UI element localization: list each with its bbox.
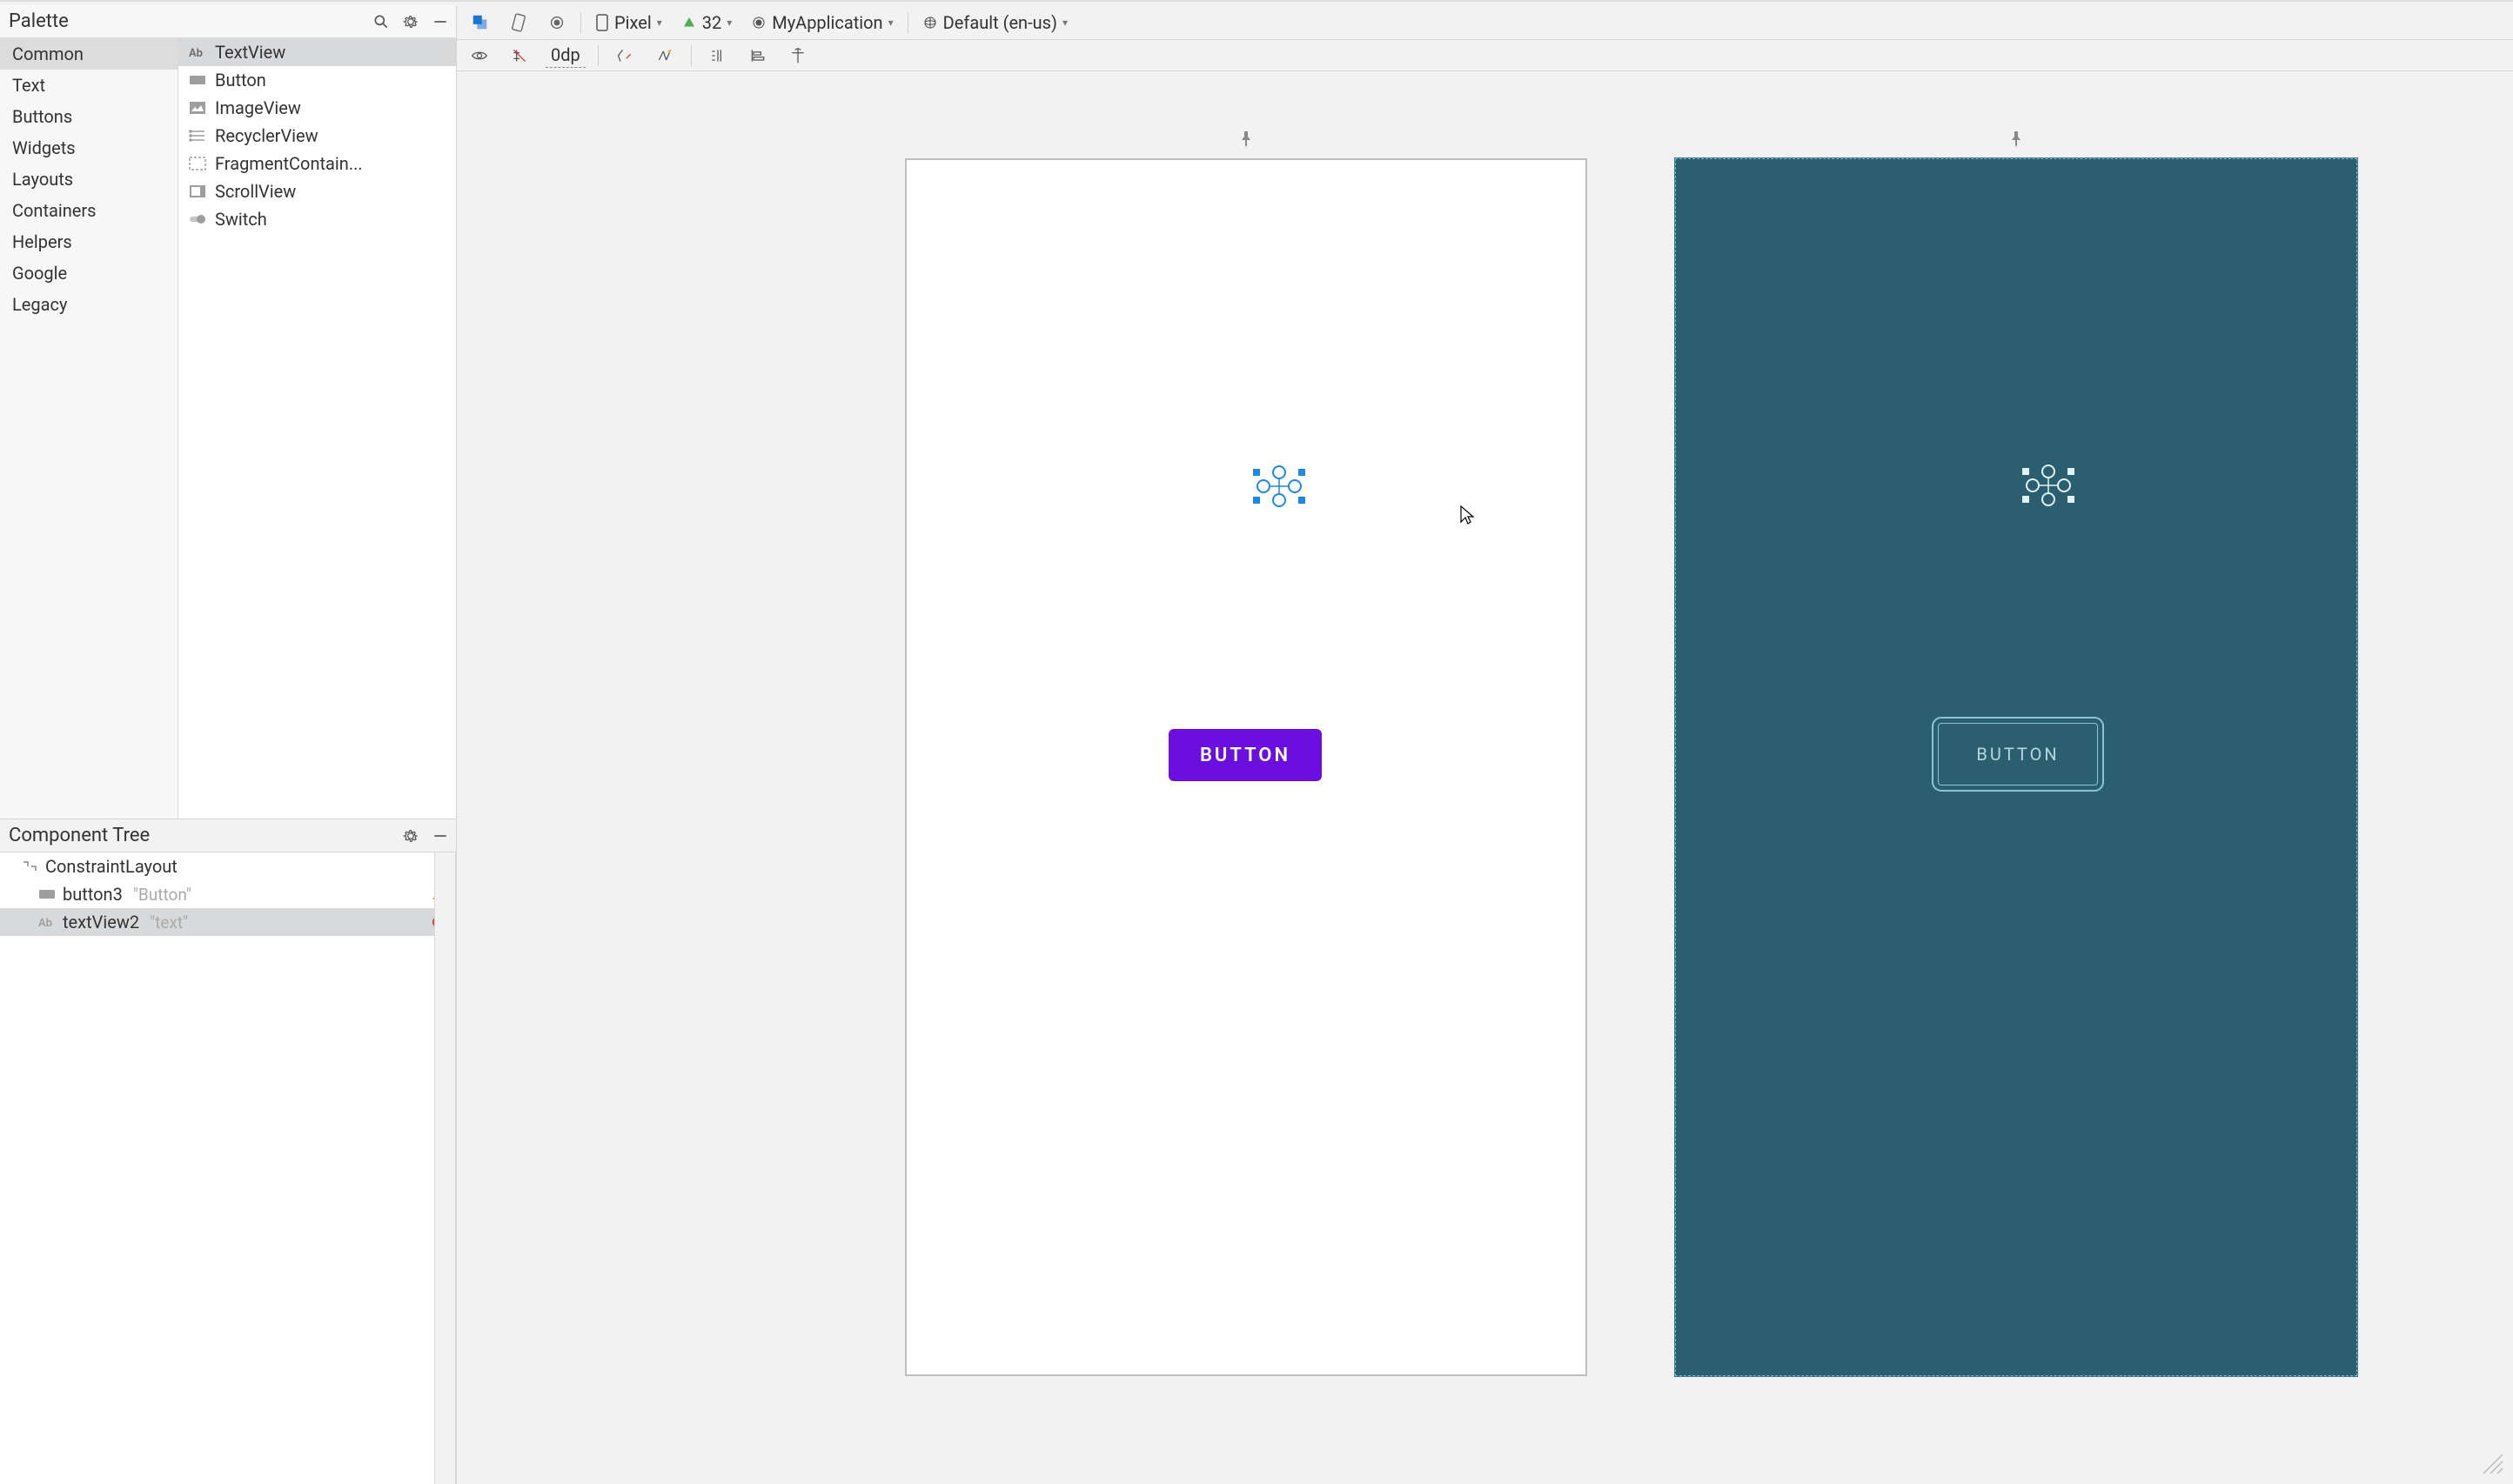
palette-widget-button[interactable]: Button bbox=[178, 66, 456, 94]
blueprint-device-wrapper: BUTTON bbox=[1675, 158, 2357, 1376]
theme-selector[interactable]: MyApplication ▾ bbox=[746, 10, 898, 35]
chevron-down-icon: ▾ bbox=[888, 17, 894, 29]
design-device-wrapper: BUTTON bbox=[905, 158, 1587, 1376]
svg-text:Ab: Ab bbox=[38, 917, 52, 929]
design-area: Pixel ▾ 32 ▾ MyApplication ▾ Default (en… bbox=[457, 5, 2513, 1484]
minimize-icon[interactable] bbox=[432, 13, 449, 30]
pack-icon[interactable] bbox=[704, 45, 732, 66]
palette-category-legacy[interactable]: Legacy bbox=[0, 289, 178, 320]
palette-panel: Palette CommonTextButtonsWi bbox=[0, 5, 457, 819]
textview-selection-design[interactable] bbox=[1248, 460, 1281, 493]
button-blueprint-preview[interactable]: BUTTON bbox=[1938, 723, 2098, 785]
locale-label: Default (en-us) bbox=[943, 12, 1057, 33]
tree-row-textview2[interactable]: Ab textView2 "text" bbox=[0, 908, 455, 936]
blueprint-device[interactable]: BUTTON bbox=[1675, 158, 2357, 1376]
pin-icon bbox=[2009, 130, 2023, 151]
design-device[interactable]: BUTTON bbox=[905, 158, 1587, 1376]
tree-row-secondary: "Button" bbox=[133, 885, 191, 905]
palette-widget-scrollview[interactable]: ScrollView bbox=[178, 177, 456, 205]
gear-icon[interactable] bbox=[402, 13, 419, 30]
button-icon bbox=[38, 886, 56, 903]
night-mode-icon[interactable] bbox=[542, 11, 572, 34]
palette-category-text[interactable]: Text bbox=[0, 70, 178, 101]
palette-category-layouts[interactable]: Layouts bbox=[0, 164, 178, 195]
fragment-icon bbox=[189, 155, 206, 172]
constraintlayout-icon bbox=[21, 858, 38, 875]
autoconnect-icon[interactable] bbox=[506, 45, 533, 66]
design-toolbar: Pixel ▾ 32 ▾ MyApplication ▾ Default (en… bbox=[457, 5, 2513, 40]
chevron-down-icon: ▾ bbox=[1062, 17, 1068, 29]
widget-label: ImageView bbox=[215, 97, 301, 118]
api-label: 32 bbox=[702, 12, 721, 33]
tree-row-label: button3 bbox=[63, 884, 123, 905]
palette-category-google[interactable]: Google bbox=[0, 257, 178, 289]
widget-label: FragmentContain... bbox=[215, 153, 363, 174]
scrollbar[interactable] bbox=[434, 852, 455, 1484]
palette-widget-list: Ab TextView Button ImageView RecyclerView Fra… bbox=[178, 38, 456, 819]
tree-row-button3[interactable]: button3 "Button" bbox=[0, 880, 455, 908]
component-tree-list: ConstraintLayout button3 "Button" Ab textVie… bbox=[0, 852, 456, 1484]
device-label: Pixel bbox=[614, 12, 652, 33]
align-icon[interactable] bbox=[744, 45, 772, 66]
scrollview-icon bbox=[189, 183, 206, 200]
guidelines-icon[interactable] bbox=[784, 45, 812, 66]
chevron-down-icon: ▾ bbox=[657, 17, 662, 29]
infer-constraints-icon[interactable] bbox=[651, 45, 679, 66]
minimize-icon[interactable] bbox=[432, 827, 449, 845]
tree-row-label: textView2 bbox=[63, 912, 139, 933]
widget-label: TextView bbox=[215, 42, 285, 63]
palette-header: Palette bbox=[0, 5, 456, 38]
view-options-icon[interactable] bbox=[466, 45, 493, 66]
svg-text:Ab: Ab bbox=[189, 47, 203, 59]
margin-label: 0dp bbox=[551, 44, 580, 65]
recyclerview-icon bbox=[189, 127, 206, 144]
palette-category-common[interactable]: Common bbox=[0, 38, 178, 70]
palette-title: Palette bbox=[9, 10, 372, 32]
widget-label: Button bbox=[215, 70, 266, 90]
search-icon[interactable] bbox=[372, 13, 390, 30]
button-icon bbox=[189, 71, 206, 89]
palette-category-helpers[interactable]: Helpers bbox=[0, 226, 178, 257]
gear-icon[interactable] bbox=[402, 827, 419, 845]
chevron-down-icon: ▾ bbox=[727, 17, 732, 29]
widget-label: Switch bbox=[215, 209, 267, 230]
palette-widget-textview[interactable]: Ab TextView bbox=[178, 38, 456, 66]
resize-handle-icon[interactable] bbox=[2478, 1449, 2504, 1475]
design-surface-mode-icon[interactable] bbox=[466, 11, 495, 34]
design-toolbar-secondary: 0dp bbox=[457, 40, 2513, 71]
widget-label: RecyclerView bbox=[215, 125, 318, 146]
default-margins-button[interactable]: 0dp bbox=[546, 43, 586, 68]
textview-icon: Ab bbox=[189, 43, 206, 61]
locale-selector[interactable]: Default (en-us) ▾ bbox=[917, 10, 1073, 35]
switch-icon bbox=[189, 211, 206, 228]
palette-widget-imageview[interactable]: ImageView bbox=[178, 94, 456, 122]
app-label: MyApplication bbox=[772, 12, 882, 33]
clear-constraints-icon[interactable] bbox=[611, 45, 639, 66]
tree-row-label: ConstraintLayout bbox=[45, 856, 178, 877]
textview-selection-blueprint[interactable] bbox=[2017, 459, 2050, 492]
palette-category-widgets[interactable]: Widgets bbox=[0, 132, 178, 164]
component-tree-panel: Component Tree ConstraintLayout button3 "B… bbox=[0, 819, 457, 1484]
palette-category-buttons[interactable]: Buttons bbox=[0, 101, 178, 132]
button-design-preview[interactable]: BUTTON bbox=[1169, 729, 1322, 781]
palette-category-list: CommonTextButtonsWidgetsLayoutsContainer… bbox=[0, 38, 178, 819]
design-canvas[interactable]: BUTTON bbox=[457, 71, 2513, 1484]
tree-row-constraintlayout[interactable]: ConstraintLayout bbox=[0, 852, 455, 880]
api-selector[interactable]: 32 ▾ bbox=[676, 10, 738, 35]
palette-widget-fragment[interactable]: FragmentContain... bbox=[178, 150, 456, 177]
textview-icon: Ab bbox=[38, 913, 56, 931]
widget-label: ScrollView bbox=[215, 181, 296, 202]
component-tree-title: Component Tree bbox=[9, 825, 402, 846]
imageview-icon bbox=[189, 99, 206, 117]
pin-icon bbox=[1239, 130, 1253, 151]
tree-row-secondary: "text" bbox=[150, 912, 188, 933]
orientation-icon[interactable] bbox=[504, 11, 533, 34]
device-selector[interactable]: Pixel ▾ bbox=[590, 10, 667, 35]
palette-widget-switch[interactable]: Switch bbox=[178, 205, 456, 233]
palette-widget-recyclerview[interactable]: RecyclerView bbox=[178, 122, 456, 150]
palette-category-containers[interactable]: Containers bbox=[0, 195, 178, 226]
